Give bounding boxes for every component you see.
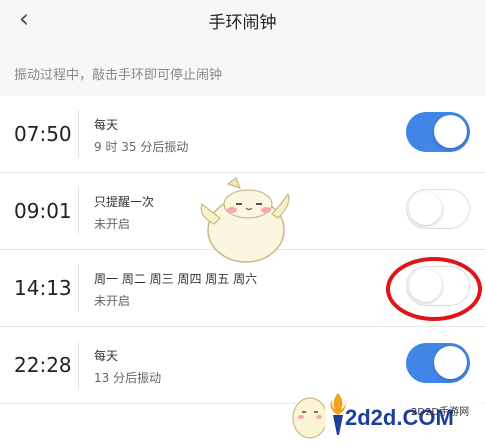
toggle-knob xyxy=(434,115,467,148)
toggle-knob xyxy=(434,346,467,379)
alarm-toggle[interactable] xyxy=(406,343,470,383)
alarm-repeat: 每天 xyxy=(94,349,119,363)
mascot-sticker-icon xyxy=(200,177,290,263)
alarm-status: 9 时 35 分后振动 xyxy=(94,140,189,154)
app-header: ‹ 手环闹钟 xyxy=(0,0,485,50)
chevron-left-icon: ‹ xyxy=(18,4,30,34)
alarm-time: 07:50 xyxy=(14,122,72,146)
alarm-row[interactable]: 07:50 每天 9 时 35 分后振动 xyxy=(0,96,485,173)
alarm-status: 未开启 xyxy=(94,217,131,231)
divider xyxy=(78,187,79,235)
watermark-name: 2D2D手游网 xyxy=(411,407,470,418)
alarm-toggle[interactable] xyxy=(406,189,470,229)
watermark-logo: 2d2d.COM 2D2D手游网 xyxy=(325,385,483,441)
alarm-time: 09:01 xyxy=(14,199,72,223)
back-button[interactable]: ‹ xyxy=(10,4,38,34)
alarm-time: 22:28 xyxy=(14,353,72,377)
small-mascot-icon xyxy=(292,397,328,439)
page-title: 手环闹钟 xyxy=(208,12,277,33)
alarm-status: 未开启 xyxy=(94,294,131,308)
highlight-circle xyxy=(386,257,482,321)
divider xyxy=(78,110,79,158)
divider xyxy=(78,341,79,389)
alarm-repeat: 只提醒一次 xyxy=(94,195,155,209)
toggle-knob xyxy=(409,192,442,225)
alarm-toggle[interactable] xyxy=(406,112,470,152)
divider xyxy=(78,264,79,312)
alarm-time: 14:13 xyxy=(14,276,72,300)
alarm-repeat: 周一 周二 周三 周四 周五 周六 xyxy=(94,272,258,286)
hint-text: 振动过程中，敲击手环即可停止闹钟 xyxy=(0,50,485,96)
alarm-status: 13 分后振动 xyxy=(94,371,162,385)
alarm-repeat: 每天 xyxy=(94,118,119,132)
